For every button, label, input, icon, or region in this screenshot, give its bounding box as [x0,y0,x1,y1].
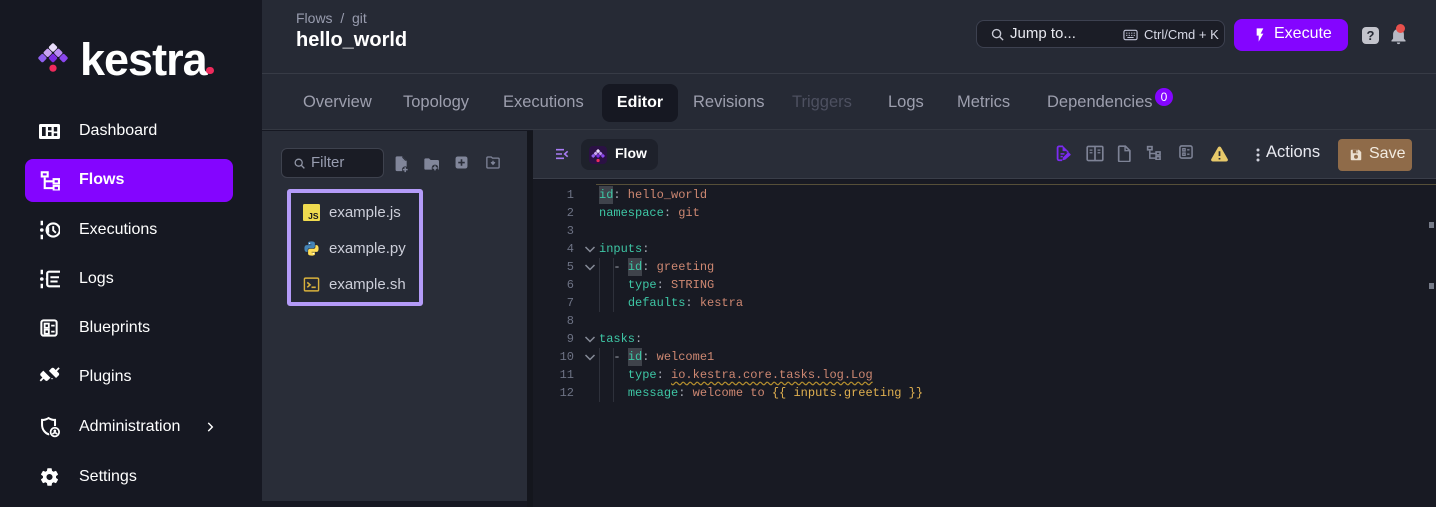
svg-text:JS: JS [308,211,319,221]
